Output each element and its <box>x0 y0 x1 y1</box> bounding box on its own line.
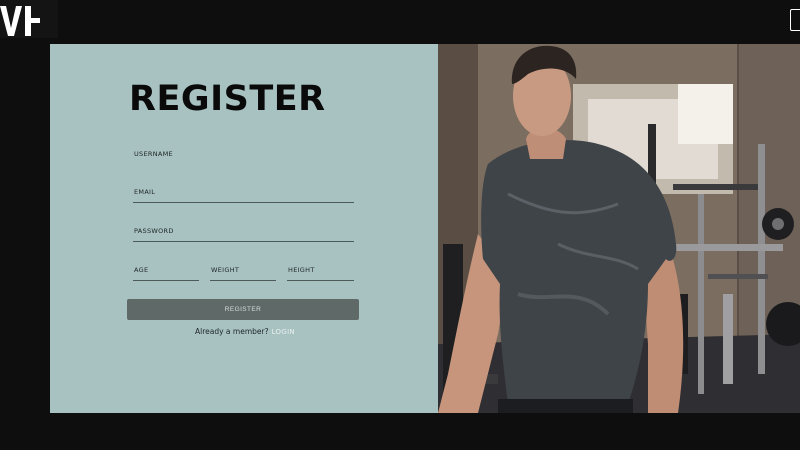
age-underline <box>133 280 199 281</box>
height-field[interactable]: HEIGHT <box>287 266 354 281</box>
vi-logo-icon <box>0 6 40 36</box>
password-label: PASSWORD <box>134 227 174 235</box>
email-field[interactable]: EMAIL <box>133 188 354 203</box>
menu-button[interactable] <box>790 9 800 31</box>
login-link[interactable]: LOGIN <box>272 328 295 336</box>
weight-field[interactable]: WEIGHT <box>210 266 276 281</box>
age-label: AGE <box>134 266 149 274</box>
height-label: HEIGHT <box>288 266 315 274</box>
age-field[interactable]: AGE <box>133 266 199 281</box>
register-button[interactable]: REGISTER <box>127 299 359 320</box>
email-label: EMAIL <box>134 188 156 196</box>
height-underline <box>287 280 354 281</box>
logo[interactable] <box>0 0 58 38</box>
password-field[interactable]: PASSWORD <box>133 227 354 242</box>
register-panel: REGISTER USERNAME EMAIL PASSWORD AGE WEI… <box>50 44 439 413</box>
username-field[interactable]: USERNAME <box>133 150 354 164</box>
email-underline <box>133 202 354 203</box>
username-label: USERNAME <box>134 150 173 158</box>
hero-photo <box>438 44 800 413</box>
gym-photo-image <box>438 44 800 413</box>
password-underline <box>133 241 354 242</box>
page-title: REGISTER <box>129 79 326 119</box>
member-text: Already a member? <box>195 327 269 336</box>
weight-label: WEIGHT <box>211 266 240 274</box>
weight-underline <box>210 280 276 281</box>
member-prompt: Already a member? LOGIN <box>195 327 295 336</box>
